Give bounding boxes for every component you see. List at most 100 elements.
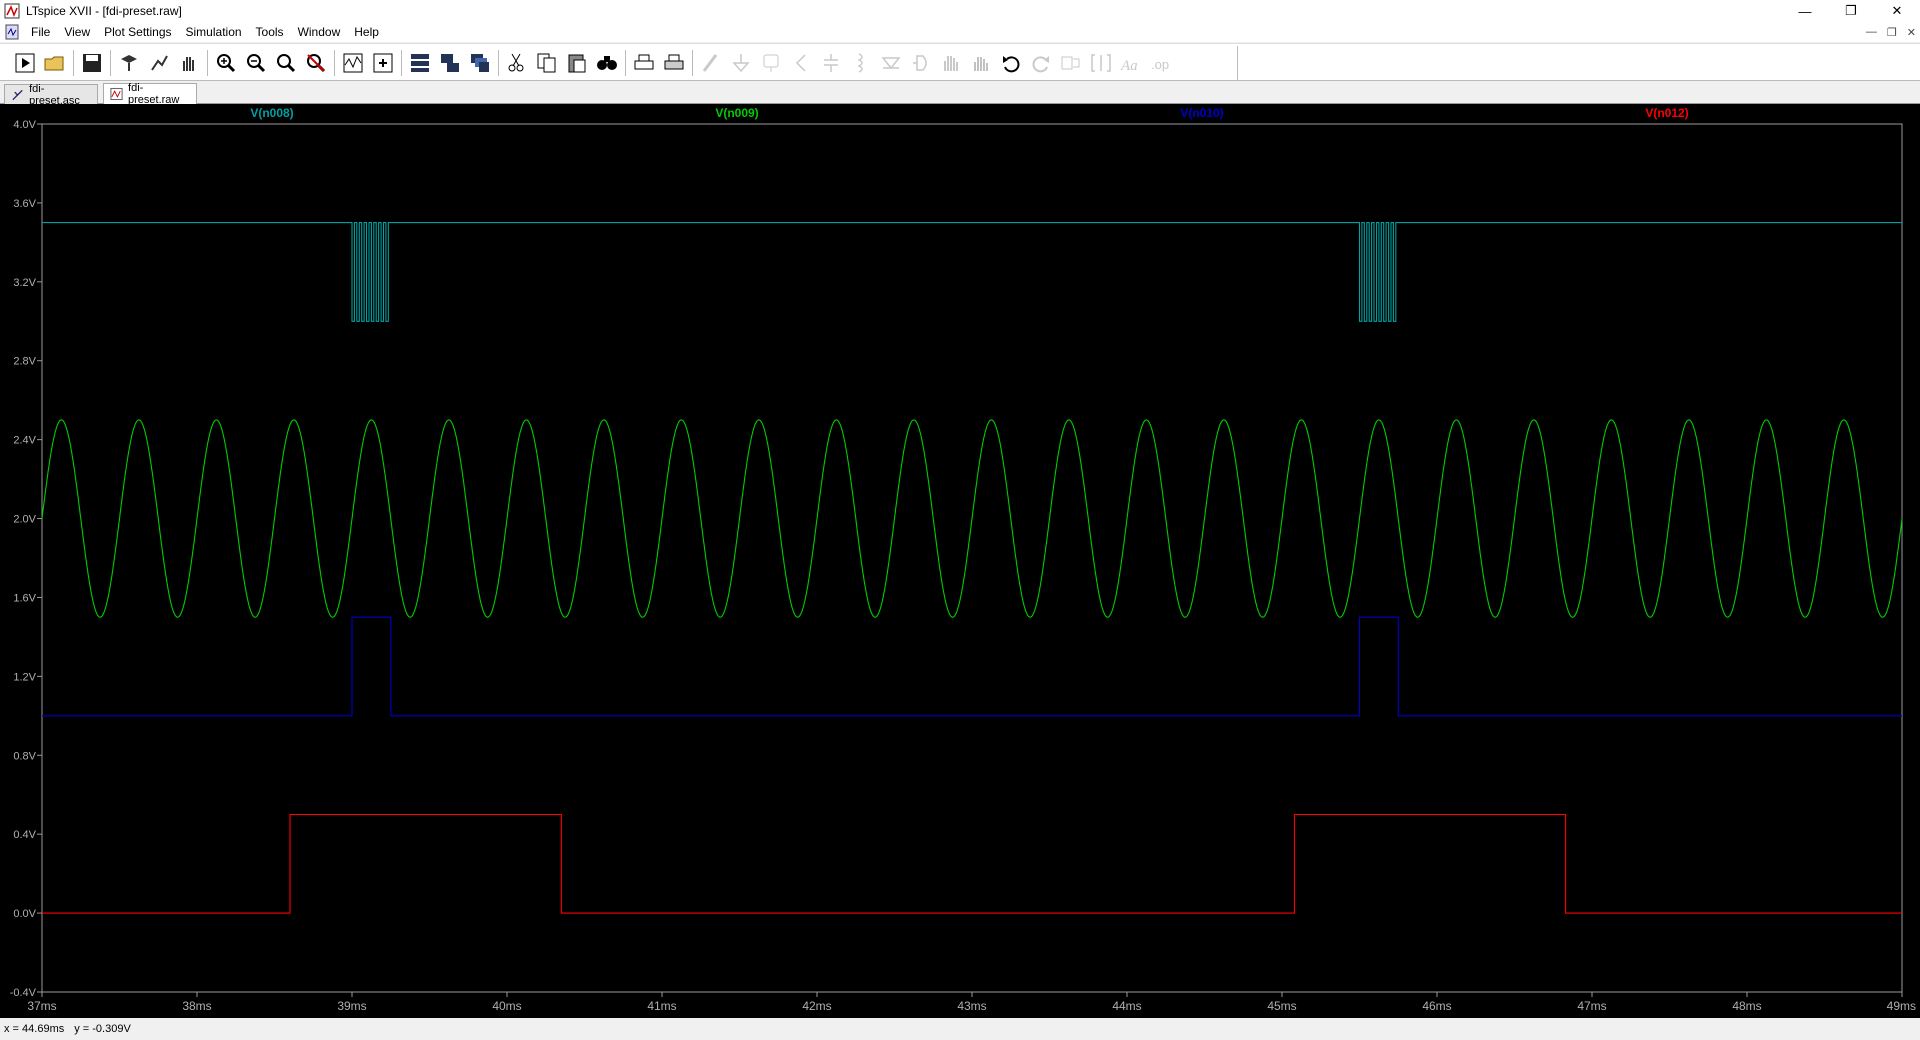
svg-text:.op: .op [1151, 57, 1169, 72]
run-icon[interactable] [10, 48, 40, 78]
spice-directive-icon[interactable]: .op [1146, 48, 1176, 78]
legend-vn009: V(n009) [715, 106, 758, 120]
move-icon[interactable] [936, 48, 966, 78]
tab-label: fdi-preset.raw [128, 82, 180, 106]
y-tick-label: 0.4V [13, 829, 36, 841]
restore-icon[interactable]: ❐ [1828, 0, 1874, 22]
inductor-icon[interactable] [846, 48, 876, 78]
tab-bar: fdi-preset.asc fdi-preset.raw [0, 82, 1920, 107]
cascade-icon[interactable] [465, 48, 495, 78]
component-icon[interactable] [906, 48, 936, 78]
tab-schematic[interactable]: fdi-preset.asc [4, 82, 98, 107]
autorange-icon[interactable] [338, 48, 368, 78]
title-bar: LTspice XVII - [fdi-preset.raw] — ❐ ✕ [0, 0, 1920, 22]
x-tick-label: 44ms [1112, 999, 1141, 1013]
zoom-fit-icon[interactable] [301, 48, 331, 78]
menu-view[interactable]: View [57, 22, 97, 42]
waveform-chart[interactable]: 4.0V 3.6V 3.2V 2.8V 2.4V 2.0V 1.6V 1.2V 0.8V 0.4V… [0, 104, 1920, 1018]
y-tick-label: 0.8V [13, 750, 36, 762]
ltspice-app-icon [4, 3, 20, 19]
print-preview-icon[interactable] [659, 48, 689, 78]
pan-icon[interactable] [174, 48, 204, 78]
trace-vn009 [41, 419, 1903, 618]
menu-tools[interactable]: Tools [249, 22, 291, 42]
print-icon[interactable] [629, 48, 659, 78]
cursor-y-readout: y = -0.309V [74, 1023, 131, 1035]
cursor-x-readout: x = 44.69ms [4, 1023, 65, 1035]
menu-file[interactable]: File [24, 22, 57, 42]
trace-vn008 [42, 222, 1902, 322]
trace-vn012 [42, 813, 1902, 914]
toolbar: Aa .op [0, 43, 1920, 81]
add-trace-icon[interactable] [368, 48, 398, 78]
mdi-restore-icon[interactable]: ❐ [1887, 26, 1897, 39]
y-tick-label: 2.8V [13, 356, 36, 368]
x-tick-label: 46ms [1422, 999, 1451, 1013]
menu-help[interactable]: Help [347, 22, 386, 42]
mdi-minimize-icon[interactable]: — [1866, 26, 1877, 38]
mirror-icon[interactable] [1086, 48, 1116, 78]
y-tick-label: 4.0V [13, 119, 36, 131]
document-icon[interactable] [4, 24, 20, 40]
save-icon[interactable] [77, 48, 107, 78]
legend-vn012: V(n012) [1645, 106, 1688, 120]
label-icon[interactable] [756, 48, 786, 78]
resistor-icon[interactable] [786, 48, 816, 78]
x-tick-label: 49ms [1887, 999, 1916, 1013]
y-tick-label: 1.2V [13, 671, 36, 683]
y-tick-label: 2.4V [13, 435, 36, 447]
x-tick-label: 38ms [182, 999, 211, 1013]
tab-waveform[interactable]: fdi-preset.raw [103, 82, 197, 106]
mdi-close-icon[interactable]: ✕ [1907, 26, 1916, 39]
status-bar: x = 44.69ms y = -0.309V [0, 1018, 1920, 1040]
zoom-in-icon[interactable] [211, 48, 241, 78]
x-tick-label: 37ms [27, 999, 56, 1013]
y-tick-label: 0.0V [13, 908, 36, 920]
waveform-icon [110, 87, 123, 101]
schematic-icon [12, 89, 23, 100]
menu-bar: File View Plot Settings Simulation Tools Wind… [0, 22, 1920, 42]
wire-icon[interactable] [696, 48, 726, 78]
y-tick-label: 3.2V [13, 277, 36, 289]
x-tick-label: 39ms [337, 999, 366, 1013]
y-tick-label: -0.4V [10, 987, 37, 999]
x-tick-label: 42ms [802, 999, 831, 1013]
tile-horizontal-icon[interactable] [405, 48, 435, 78]
halt-icon[interactable] [144, 48, 174, 78]
svg-text:Aa: Aa [1120, 58, 1138, 74]
y-tick-label: 2.0V [13, 514, 36, 526]
legend-vn008: V(n008) [250, 106, 293, 120]
find-icon[interactable] [592, 48, 622, 78]
rotate-icon[interactable] [1056, 48, 1086, 78]
copy-icon[interactable] [532, 48, 562, 78]
menu-simulation[interactable]: Simulation [179, 22, 249, 42]
zoom-out-icon[interactable] [241, 48, 271, 78]
waveform-plot[interactable]: 4.0V 3.6V 3.2V 2.8V 2.4V 2.0V 1.6V 1.2V 0.8V 0.4V… [0, 104, 1920, 1018]
x-tick-label: 40ms [492, 999, 521, 1013]
x-tick-label: 48ms [1732, 999, 1761, 1013]
ground-icon[interactable] [726, 48, 756, 78]
text-icon[interactable]: Aa [1116, 48, 1146, 78]
tab-label: fdi-preset.asc [29, 82, 80, 107]
control-panel-icon[interactable] [114, 48, 144, 78]
capacitor-icon[interactable] [816, 48, 846, 78]
x-tick-label: 47ms [1577, 999, 1606, 1013]
x-tick-label: 41ms [647, 999, 676, 1013]
minimize-icon[interactable]: — [1782, 0, 1828, 22]
diode-icon[interactable] [876, 48, 906, 78]
open-icon[interactable] [40, 48, 70, 78]
paste-icon[interactable] [562, 48, 592, 78]
x-tick-label: 45ms [1267, 999, 1296, 1013]
legend-vn010: V(n010) [1180, 106, 1223, 120]
tile-vertical-icon[interactable] [435, 48, 465, 78]
x-tick-label: 43ms [957, 999, 986, 1013]
redo-icon[interactable] [1026, 48, 1056, 78]
close-icon[interactable]: ✕ [1874, 0, 1920, 22]
trace-vn010 [42, 616, 1902, 717]
drag-icon[interactable] [966, 48, 996, 78]
cut-icon[interactable] [502, 48, 532, 78]
menu-window[interactable]: Window [291, 22, 348, 42]
undo-icon[interactable] [996, 48, 1026, 78]
menu-plot-settings[interactable]: Plot Settings [97, 22, 178, 42]
zoom-back-icon[interactable] [271, 48, 301, 78]
